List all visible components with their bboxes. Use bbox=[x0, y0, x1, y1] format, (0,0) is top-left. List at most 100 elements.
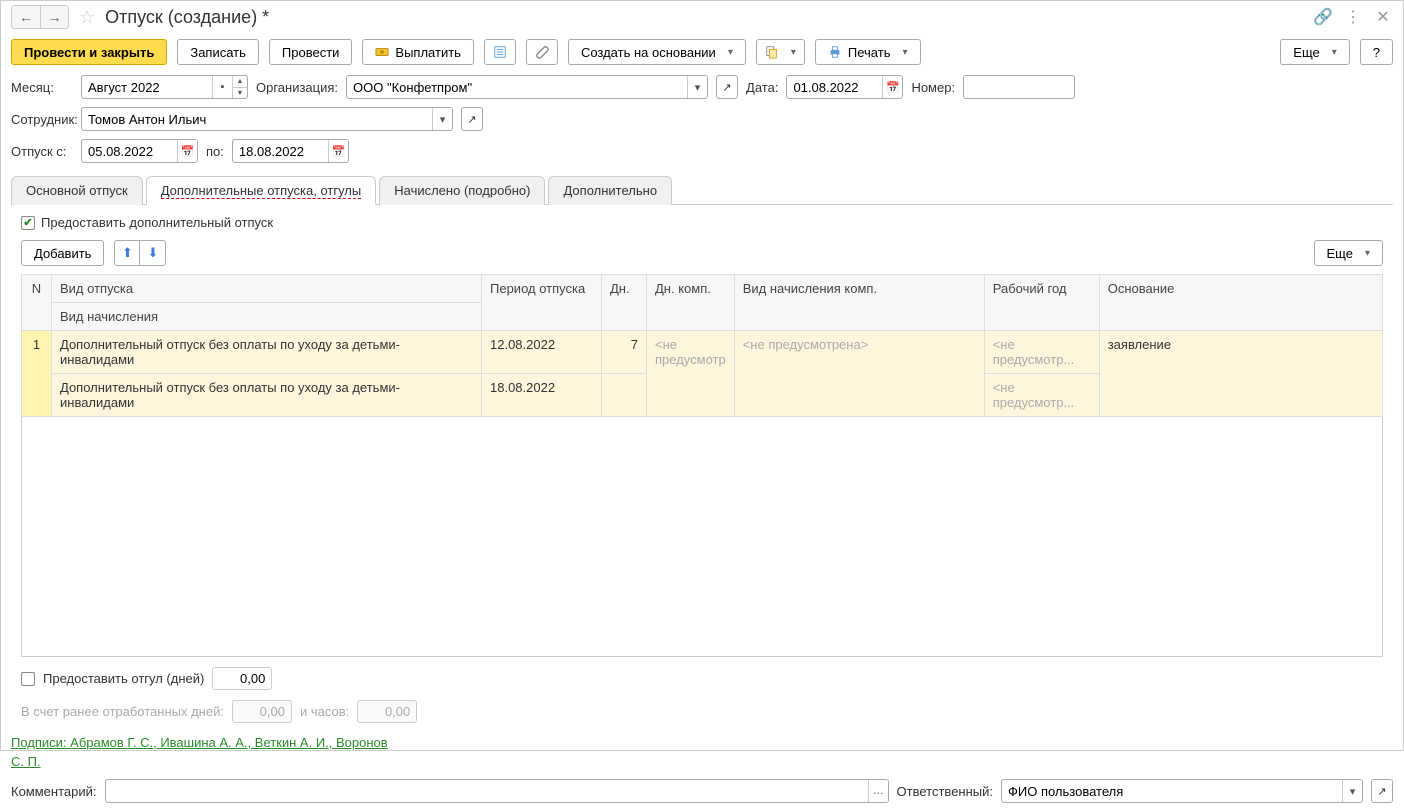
col-basis: Основание bbox=[1099, 275, 1382, 331]
employee-open-button[interactable]: ↗ bbox=[461, 107, 483, 131]
additional-vacation-table: N Вид отпуска Период отпуска Дн. Дн. ком… bbox=[21, 274, 1383, 417]
signatures-link-2[interactable]: С. П. bbox=[11, 754, 41, 769]
cell-period-from: 12.08.2022 bbox=[482, 331, 602, 374]
cell-period-to: 18.08.2022 bbox=[482, 374, 602, 417]
vacation-from-input[interactable] bbox=[82, 140, 177, 162]
employee-input[interactable] bbox=[82, 108, 432, 130]
post-and-close-button[interactable]: Провести и закрыть bbox=[11, 39, 167, 65]
responsible-input-wrap: ▾ bbox=[1001, 779, 1363, 803]
list-button[interactable] bbox=[484, 39, 516, 65]
cell-days-comp: <не предусмотр bbox=[647, 331, 735, 417]
move-down-button[interactable]: ⬇ bbox=[140, 240, 166, 266]
vacation-to-label: по: bbox=[206, 144, 224, 159]
month-up-button[interactable]: ▲ bbox=[233, 76, 247, 87]
month-down-button[interactable]: ▼ bbox=[233, 87, 247, 98]
col-type: Вид отпуска bbox=[52, 275, 482, 303]
responsible-open-button[interactable]: ↗ bbox=[1371, 779, 1393, 803]
org-dropdown-button[interactable]: ▾ bbox=[687, 76, 707, 98]
employee-input-wrap: ▾ bbox=[81, 107, 453, 131]
provide-additional-label: Предоставить дополнительный отпуск bbox=[41, 215, 273, 230]
move-up-button[interactable]: ⬆ bbox=[114, 240, 140, 266]
close-icon[interactable]: ✕ bbox=[1373, 7, 1393, 27]
col-work-year: Рабочий год bbox=[984, 275, 1099, 331]
vacation-to-wrap: 📅 bbox=[232, 139, 349, 163]
favorite-star-icon[interactable]: ☆ bbox=[79, 7, 95, 28]
tab-main-vacation[interactable]: Основной отпуск bbox=[11, 176, 143, 205]
add-row-button[interactable]: Добавить bbox=[21, 240, 104, 266]
comment-input-wrap: … bbox=[105, 779, 889, 803]
cell-basis: заявление bbox=[1099, 331, 1382, 417]
provide-otgul-checkbox[interactable] bbox=[21, 672, 35, 686]
paperclip-icon bbox=[535, 45, 549, 59]
copy-button[interactable] bbox=[756, 39, 805, 65]
vacation-to-calendar-button[interactable]: 📅 bbox=[328, 140, 348, 162]
kebab-menu-icon[interactable]: ⋮ bbox=[1343, 7, 1363, 27]
tab-additional[interactable]: Дополнительно bbox=[548, 176, 672, 205]
nav-back-button[interactable]: ← bbox=[12, 6, 40, 28]
employee-dropdown-button[interactable]: ▾ bbox=[432, 108, 452, 130]
attach-button[interactable] bbox=[526, 39, 558, 65]
help-button[interactable]: ? bbox=[1360, 39, 1393, 65]
tab-accrued-detail[interactable]: Начислено (подробно) bbox=[379, 176, 545, 205]
month-input[interactable] bbox=[82, 76, 212, 98]
date-input[interactable] bbox=[787, 76, 882, 98]
org-input-wrap: ▾ bbox=[346, 75, 708, 99]
col-days: Дн. bbox=[602, 275, 647, 331]
col-period: Период отпуска bbox=[482, 275, 602, 331]
create-based-on-button[interactable]: Создать на основании bbox=[568, 39, 746, 65]
cell-comp-accrual: <не предусмотрена> bbox=[734, 331, 984, 417]
prev-hours-input bbox=[357, 700, 417, 723]
col-n: N bbox=[22, 275, 52, 331]
org-open-button[interactable]: ↗ bbox=[716, 75, 738, 99]
responsible-dropdown-button[interactable]: ▾ bbox=[1342, 780, 1362, 802]
pay-button[interactable]: Выплатить bbox=[362, 39, 474, 65]
vacation-from-calendar-button[interactable]: 📅 bbox=[177, 140, 197, 162]
org-input[interactable] bbox=[347, 76, 687, 98]
cell-n: 1 bbox=[22, 331, 52, 417]
date-input-wrap: 📅 bbox=[786, 75, 903, 99]
number-label: Номер: bbox=[911, 80, 955, 95]
signatures-link[interactable]: Подписи: Абрамов Г. С., Ивашина А. А., В… bbox=[11, 735, 388, 750]
copy-icon bbox=[765, 45, 779, 59]
col-days-comp: Дн. комп. bbox=[647, 275, 735, 331]
link-icon[interactable]: 🔗 bbox=[1313, 7, 1333, 27]
table-more-button[interactable]: Еще bbox=[1314, 240, 1383, 266]
printer-icon bbox=[828, 45, 842, 59]
cell-work-year2: <не предусмотр... bbox=[984, 374, 1099, 417]
otgul-days-input[interactable] bbox=[212, 667, 272, 690]
month-clear-button[interactable]: ▪ bbox=[212, 76, 232, 98]
col-comp-accrual: Вид начисления комп. bbox=[734, 275, 984, 331]
list-icon bbox=[493, 45, 507, 59]
date-calendar-button[interactable]: 📅 bbox=[882, 76, 902, 98]
month-input-wrap: ▪ ▲ ▼ bbox=[81, 75, 248, 99]
vacation-to-input[interactable] bbox=[233, 140, 328, 162]
cell-days: 7 bbox=[602, 331, 647, 374]
print-button[interactable]: Печать bbox=[815, 39, 921, 65]
nav-forward-button[interactable]: → bbox=[40, 6, 68, 28]
cell-days2 bbox=[602, 374, 647, 417]
employee-label: Сотрудник: bbox=[11, 112, 73, 127]
prev-days-label: В счет ранее отработанных дней: bbox=[21, 704, 224, 719]
tab-additional-vacation[interactable]: Дополнительные отпуска, отгулы bbox=[146, 176, 377, 205]
prev-hours-label: и часов: bbox=[300, 704, 349, 719]
comment-label: Комментарий: bbox=[11, 784, 97, 799]
page-title: Отпуск (создание) * bbox=[105, 7, 269, 28]
col-accrual: Вид начисления bbox=[52, 303, 482, 331]
more-button[interactable]: Еще bbox=[1280, 39, 1349, 65]
cell-type: Дополнительный отпуск без оплаты по уход… bbox=[52, 331, 482, 374]
table-row[interactable]: 1 Дополнительный отпуск без оплаты по ух… bbox=[22, 331, 1383, 374]
responsible-input[interactable] bbox=[1002, 780, 1342, 802]
month-label: Месяц: bbox=[11, 80, 73, 95]
responsible-label: Ответственный: bbox=[897, 784, 993, 799]
date-label: Дата: bbox=[746, 80, 778, 95]
save-button[interactable]: Записать bbox=[177, 39, 259, 65]
comment-ellipsis-button[interactable]: … bbox=[868, 780, 888, 802]
vacation-from-wrap: 📅 bbox=[81, 139, 198, 163]
provide-additional-checkbox[interactable]: ✔ bbox=[21, 216, 35, 230]
cell-accrual: Дополнительный отпуск без оплаты по уход… bbox=[52, 374, 482, 417]
prev-days-input bbox=[232, 700, 292, 723]
comment-input[interactable] bbox=[106, 780, 869, 802]
org-label: Организация: bbox=[256, 80, 338, 95]
number-input[interactable] bbox=[964, 76, 1074, 98]
post-button[interactable]: Провести bbox=[269, 39, 353, 65]
